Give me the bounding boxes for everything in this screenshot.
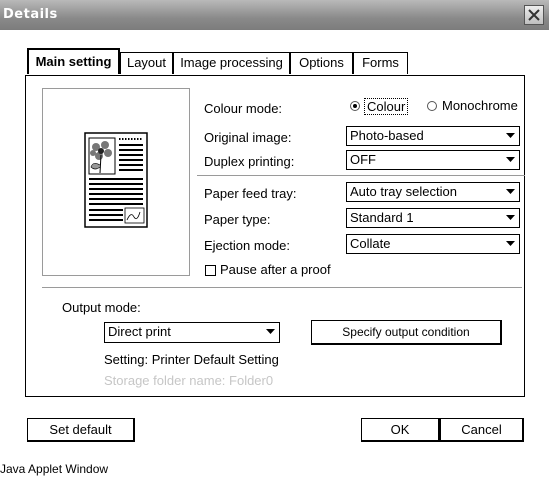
output-divider [42,287,522,288]
tab-image-processing[interactable]: Image processing [173,52,290,74]
output-mode-select[interactable]: Direct print [104,322,280,343]
output-mode-label: Output mode: [62,300,141,315]
section-divider [197,175,525,176]
close-button[interactable] [524,5,544,25]
ejection-mode-value: Collate [350,236,391,251]
duplex-printing-select[interactable]: OFF [346,150,520,170]
colour-radio[interactable] [350,101,360,111]
setting-text: Setting: Printer Default Setting [104,352,279,367]
monochrome-radio[interactable] [427,101,437,111]
dialog-body: Main setting Layout Image processing Opt… [0,30,549,450]
colour-mode-label: Colour mode: [204,101,283,116]
tab-options[interactable]: Options [290,52,353,74]
tab-forms[interactable]: Forms [353,52,408,74]
dropdown-arrow-icon [506,241,515,246]
original-image-value: Photo-based [350,128,424,143]
dropdown-arrow-icon [506,189,515,194]
colour-radio-label[interactable]: Colour [364,98,409,115]
status-bar-text: Java Applet Window [0,462,109,476]
paper-feed-tray-label: Paper feed tray: [204,186,297,201]
details-dialog: Details Main setting Layout Image proces… [0,0,549,480]
document-preview-icon [84,132,148,228]
duplex-printing-label: Duplex printing: [204,154,295,169]
dropdown-arrow-icon [506,215,515,220]
ejection-mode-label: Ejection mode: [204,238,290,253]
pause-after-proof-label[interactable]: Pause after a proof [220,262,331,277]
paper-feed-tray-value: Auto tray selection [350,184,457,199]
dropdown-arrow-icon [506,133,515,138]
duplex-printing-value: OFF [350,152,376,167]
title-bar: Details [0,0,549,30]
monochrome-radio-label[interactable]: Monochrome [442,98,518,113]
paper-type-select[interactable]: Standard 1 [346,208,520,228]
set-default-button[interactable]: Set default [27,418,135,442]
pause-after-proof-checkbox[interactable] [205,265,216,276]
window-title: Details [3,7,58,22]
original-image-select[interactable]: Photo-based [346,126,520,146]
original-image-label: Original image: [204,130,292,145]
close-icon [528,9,540,21]
dropdown-arrow-icon [506,157,515,162]
output-mode-value: Direct print [108,324,171,339]
cancel-button[interactable]: Cancel [440,418,524,442]
ok-button[interactable]: OK [361,418,440,442]
paper-feed-tray-select[interactable]: Auto tray selection [346,182,520,202]
page-preview [42,88,190,276]
dropdown-arrow-icon [266,329,275,334]
tab-layout[interactable]: Layout [120,52,173,74]
ejection-mode-select[interactable]: Collate [346,234,520,254]
specify-output-condition-button[interactable]: Specify output condition [311,320,502,345]
storage-folder-text: Storage folder name: Folder0 [104,373,274,388]
paper-type-label: Paper type: [204,212,271,227]
tab-main-setting[interactable]: Main setting [27,48,120,74]
paper-type-value: Standard 1 [350,210,414,225]
